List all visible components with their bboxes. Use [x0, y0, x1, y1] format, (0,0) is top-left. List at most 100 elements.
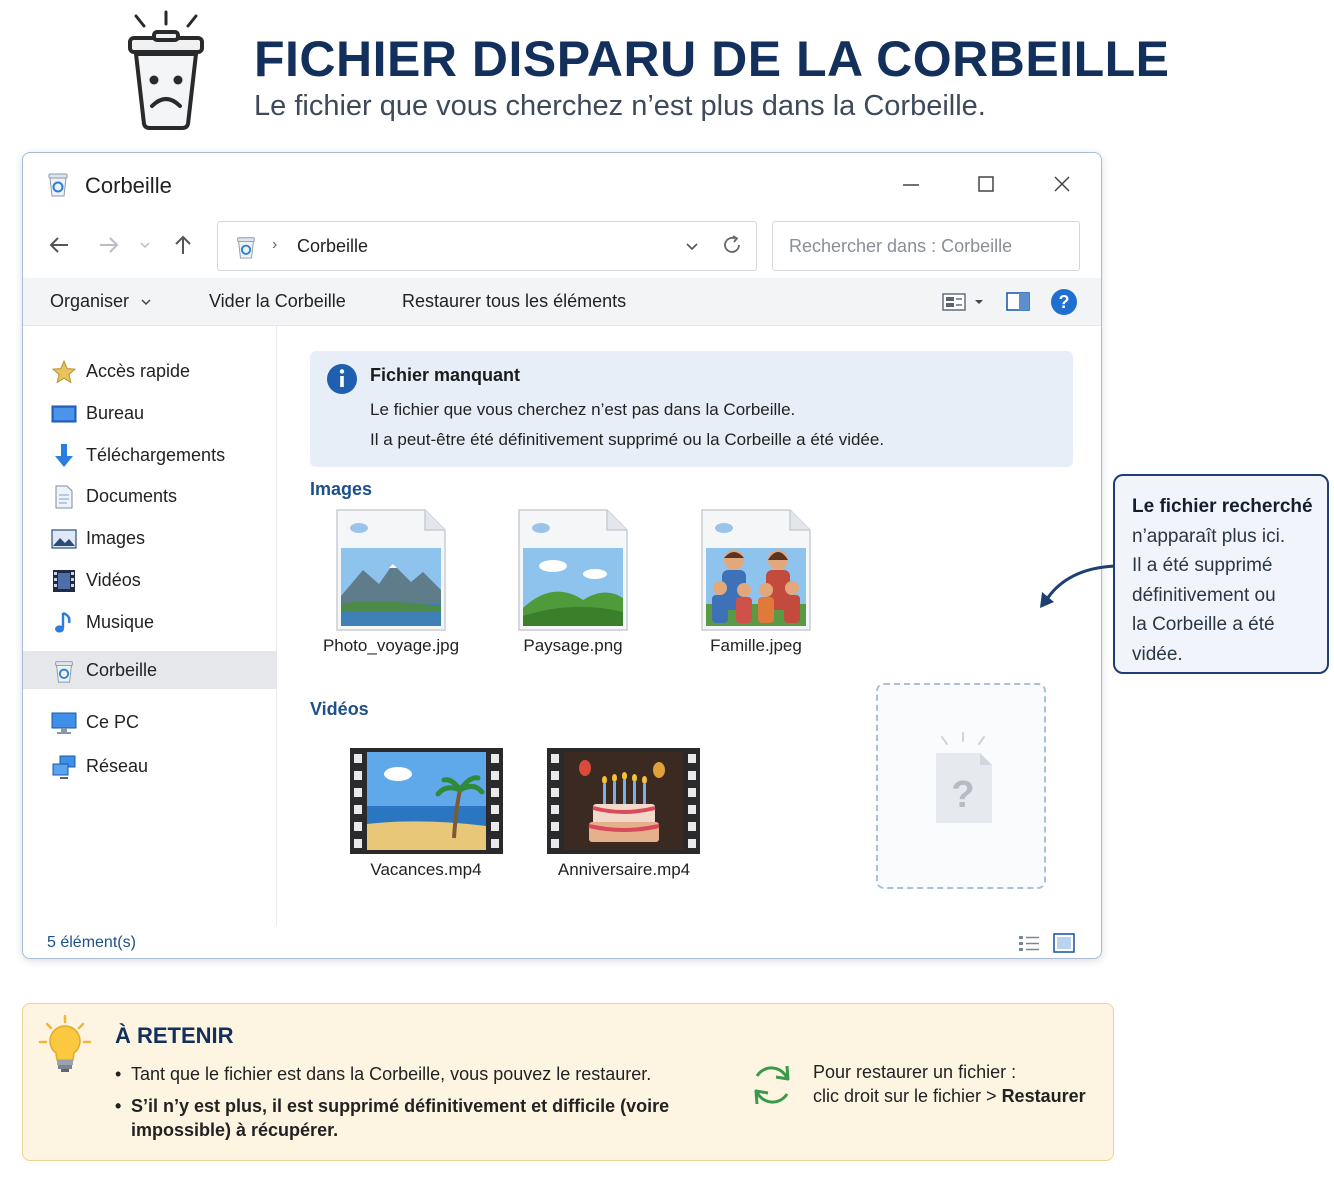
lightbulb-icon — [38, 1014, 92, 1072]
bullet-text: Tant que le fichier est dans la Corbeill… — [131, 1064, 652, 1084]
video-icon — [53, 570, 75, 592]
breadcrumb[interactable]: Corbeille — [297, 236, 368, 257]
sidebar-item-recycle-bin[interactable]: Corbeille — [23, 651, 277, 689]
file-name: Anniversaire.mp4 — [557, 860, 691, 879]
file-item[interactable]: Famille.jpeg — [671, 508, 841, 668]
sidebar-item-music[interactable]: Musique — [23, 603, 277, 641]
page-subtitle: Le fichier que vous cherchez n’est plus … — [254, 90, 986, 122]
sidebar-item-label: Accès rapide — [86, 361, 191, 381]
back-button[interactable] — [45, 231, 73, 259]
callout-text: Il a été supprimé — [1132, 555, 1273, 576]
refresh-icon[interactable] — [721, 234, 743, 256]
takeaway-bullet: • S’il n’y est plus, il est supprimé défi… — [115, 1096, 670, 1140]
chevron-down-icon — [141, 298, 151, 305]
takeaway-title: À RETENIR — [115, 1023, 234, 1048]
restore-hint-prefix: clic droit sur le fichier > — [813, 1086, 1002, 1106]
restore-hint-action: Restaurer — [1001, 1086, 1086, 1106]
image-file-thumbnail — [701, 509, 811, 631]
music-icon — [55, 611, 71, 633]
key-takeaway-box: À RETENIR • Tant que le fichier est dans … — [22, 1003, 1114, 1161]
sidebar-item-desktop[interactable]: Bureau — [23, 394, 277, 432]
callout-text: définitivement ou — [1132, 584, 1276, 606]
sidebar-item-this-pc[interactable]: Ce PC — [23, 703, 277, 741]
callout-box: Le fichier recherché n’apparaît plus ici… — [1113, 474, 1329, 674]
file-item[interactable]: Anniversaire.mp4 — [539, 746, 709, 906]
sidebar-item-images[interactable]: Images — [23, 519, 277, 557]
recycle-bin-icon — [48, 173, 68, 197]
sidebar-item-label: Documents — [86, 486, 178, 506]
info-text: Le fichier que vous cherchez n’est pas d… — [370, 400, 796, 419]
sidebar-item-downloads[interactable]: Téléchargements — [23, 436, 277, 474]
bullet-text: S’il n’y est plus, il est supprimé défin… — [131, 1096, 670, 1116]
sidebar-item-quick-access[interactable]: Accès rapide — [23, 352, 277, 390]
hero-header: FICHIER DISPARU DE LA CORBEILLE Le fichi… — [0, 0, 1334, 145]
restore-hint: Pour restaurer un fichier : — [813, 1062, 1017, 1082]
item-count: 5 élément(s) — [47, 934, 136, 951]
video-file-thumbnail — [350, 748, 503, 854]
address-bar[interactable]: › Corbeille — [217, 221, 757, 271]
missing-symbol: ? — [951, 774, 974, 816]
large-icons-view-icon[interactable] — [1053, 933, 1075, 953]
organize-button[interactable]: Organiser — [50, 291, 153, 312]
recycle-bin-icon — [237, 237, 255, 259]
search-box[interactable] — [772, 221, 1080, 271]
status-bar: 5 élément(s) — [23, 926, 1101, 958]
maximize-button[interactable] — [971, 171, 1001, 197]
callout-text: Le fichier recherché — [1132, 496, 1313, 517]
sidebar-item-network[interactable]: Réseau — [23, 747, 277, 785]
missing-file-icon: ? — [936, 732, 992, 823]
search-input[interactable] — [773, 222, 1079, 270]
navigation-bar: › Corbeille — [23, 219, 1101, 273]
sidebar-item-label: Vidéos — [86, 570, 141, 590]
sidebar-item-label: Ce PC — [86, 712, 140, 732]
recent-locations-button[interactable] — [135, 231, 155, 259]
sad-trash-icon — [128, 10, 204, 130]
callout-arrow-icon — [1040, 564, 1117, 608]
page-title: FICHIER DISPARU DE LA CORBEILLE — [254, 31, 1170, 87]
empty-recycle-bin-button[interactable]: Vider la Corbeille — [209, 291, 346, 312]
close-icon — [1054, 176, 1070, 192]
image-file-thumbnail — [518, 509, 628, 631]
file-item[interactable]: Photo_voyage.jpg — [306, 508, 476, 668]
view-options-icon[interactable] — [941, 290, 989, 314]
takeaway-bullet: • Tant que le fichier est dans la Corbeil… — [115, 1064, 652, 1084]
chevron-down-icon[interactable] — [684, 238, 700, 254]
minimize-button[interactable] — [896, 171, 926, 197]
restore-all-button[interactable]: Restaurer tous les éléments — [402, 291, 626, 312]
file-item[interactable]: Paysage.png — [488, 508, 658, 668]
arrow-left-icon — [49, 237, 68, 253]
organize-label: Organiser — [50, 291, 130, 311]
sidebar-item-documents[interactable]: Documents — [23, 477, 277, 515]
explorer-window: Corbeille › Corbeille Rechercher dans: … — [22, 152, 1102, 959]
sidebar-item-videos[interactable]: Vidéos — [23, 561, 277, 599]
close-button[interactable] — [1047, 171, 1077, 197]
preview-pane-icon[interactable] — [1005, 290, 1031, 314]
file-name: Photo_voyage.jpg — [322, 636, 460, 655]
image-file-thumbnail — [336, 509, 446, 631]
sidebar-item-label: Téléchargements — [86, 445, 226, 465]
info-icon — [327, 364, 357, 394]
help-icon[interactable]: ? — [1050, 288, 1078, 316]
restore-hint: clic droit sur le fichier > Restaurer — [813, 1086, 1086, 1107]
callout-text: vidée. — [1132, 643, 1183, 665]
window-title: Corbeille — [85, 173, 172, 198]
file-item[interactable]: Vacances.mp4 — [341, 746, 511, 906]
maximize-icon — [978, 176, 994, 192]
network-icon — [52, 755, 76, 779]
details-view-icon[interactable] — [1018, 934, 1040, 952]
sidebar-item-label: Images — [86, 528, 146, 548]
up-button[interactable] — [169, 231, 197, 259]
title-bar: Corbeille — [23, 153, 1101, 215]
file-name: Paysage.png — [523, 636, 623, 655]
info-banner: Fichier manquant Le fichier que vous che… — [310, 351, 1073, 467]
file-view: Fichier manquant Le fichier que vous che… — [278, 326, 1101, 926]
image-icon — [51, 529, 77, 549]
info-title: Fichier manquant — [370, 365, 521, 385]
restore-sync-icon — [754, 1065, 790, 1105]
sidebar-item-label: Réseau — [86, 756, 149, 776]
command-bar: Organiser Vider la Corbeille Restaurer t… — [23, 278, 1101, 326]
arrow-up-icon — [175, 235, 191, 254]
file-name: Vacances.mp4 — [370, 860, 482, 879]
section-heading-videos: Vidéos — [310, 699, 369, 719]
forward-button[interactable] — [95, 231, 123, 259]
